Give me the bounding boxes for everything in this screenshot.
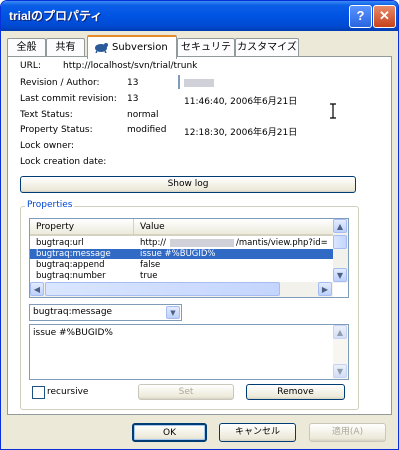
row-value-tail: /mantis/view.php?id=	[236, 238, 328, 248]
property-status-date: 12:18:30, 2006年6月21日	[184, 128, 298, 138]
list-row[interactable]: bugtraq:append false	[30, 260, 333, 270]
row-property: bugtraq:append	[36, 260, 105, 270]
host-redacted	[170, 239, 234, 247]
vertical-scroll-thumb[interactable]	[333, 235, 347, 249]
vertical-scrollbar[interactable]: ▲ ▼	[333, 219, 348, 283]
url-value: http://localhost/svn/trial/trunk	[63, 61, 198, 71]
horizontal-scrollbar[interactable]: ◀ ▶	[30, 282, 333, 297]
apply-button[interactable]: 適用(A)	[309, 423, 386, 442]
row-value: true	[140, 271, 158, 281]
list-row[interactable]: bugtraq:number true	[30, 271, 333, 281]
property-status-label: Property Status:	[20, 125, 93, 135]
row-property: bugtraq:number	[36, 271, 106, 281]
value-scrollbar[interactable]: ▲ ▼	[333, 325, 348, 379]
row-property: bugtraq:message	[36, 249, 111, 259]
lock-owner-label: Lock owner:	[20, 141, 75, 151]
column-header-value[interactable]: Value	[134, 219, 334, 236]
title-bar[interactable]: trialのプロパティ ? ✕	[1, 1, 398, 31]
text-status-label: Text Status:	[20, 110, 73, 120]
scroll-down-icon[interactable]: ▼	[333, 268, 347, 282]
property-status-value: modified	[127, 125, 167, 135]
set-button[interactable]: Set	[138, 384, 234, 400]
scroll-right-icon[interactable]: ▶	[318, 282, 332, 296]
scroll-left-icon[interactable]: ◀	[30, 282, 44, 296]
properties-dialog: trialのプロパティ ? ✕ 全般 共有 Subversion セキュリティ …	[0, 0, 399, 450]
row-value: issue #%BUGID%	[140, 249, 216, 259]
last-commit-date: 11:46:40, 2006年6月21日	[184, 97, 298, 107]
remove-button[interactable]: Remove	[246, 384, 345, 400]
show-log-button[interactable]: Show log	[20, 176, 356, 193]
revision-value: 13	[127, 78, 139, 88]
recursive-label[interactable]: recursive	[47, 387, 88, 397]
ok-button[interactable]: OK	[132, 423, 207, 442]
ibeam-cursor-icon	[329, 103, 337, 119]
property-name-combo-value: bugtraq:message	[33, 307, 113, 317]
list-row-selected[interactable]: bugtraq:message issue #%BUGID%	[30, 249, 333, 259]
chevron-down-icon[interactable]: ▼	[166, 306, 180, 319]
close-button[interactable]: ✕	[373, 5, 396, 28]
lock-creation-date-label: Lock creation date:	[20, 157, 107, 167]
row-value: http://	[140, 238, 167, 248]
url-label: URL:	[20, 61, 41, 71]
scroll-up-icon[interactable]: ▲	[333, 325, 347, 339]
window-title: trialのプロパティ	[9, 9, 103, 23]
tortoise-icon	[94, 41, 108, 54]
tab-subversion-label: Subversion	[112, 42, 168, 53]
horizontal-scroll-thumb[interactable]	[45, 282, 280, 296]
property-value-textarea[interactable]: issue #%BUGID% ▲ ▼	[29, 324, 349, 380]
row-value: false	[140, 260, 161, 270]
tab-sharing[interactable]: 共有	[46, 38, 85, 57]
scroll-up-icon[interactable]: ▲	[333, 219, 347, 233]
properties-group-title: Properties	[25, 200, 75, 210]
tab-security[interactable]: セキュリティ	[177, 38, 235, 71]
help-button[interactable]: ?	[349, 5, 372, 28]
last-commit-value: 13	[127, 94, 139, 104]
property-name-combo[interactable]: bugtraq:message ▼	[29, 304, 182, 321]
cancel-button[interactable]: キャンセル	[219, 423, 296, 442]
tab-general[interactable]: 全般	[7, 38, 46, 57]
tab-subversion[interactable]: Subversion	[87, 35, 177, 59]
property-value-text: issue #%BUGID%	[33, 328, 113, 338]
recursive-checkbox[interactable]	[32, 386, 45, 399]
author-redacted	[184, 79, 214, 87]
revision-label: Revision / Author:	[20, 78, 100, 88]
tab-customize[interactable]: カスタマイズ	[235, 38, 299, 57]
last-commit-label: Last commit revision:	[20, 94, 117, 104]
list-row[interactable]: bugtraq:url http:// /mantis/view.php?id=	[30, 238, 333, 248]
scroll-down-icon[interactable]: ▼	[333, 364, 347, 378]
column-header-property[interactable]: Property	[30, 219, 134, 236]
text-cursor-mark	[178, 75, 180, 89]
row-property: bugtraq:url	[36, 238, 84, 248]
properties-list[interactable]: Property Value bugtraq:url http:// /mant…	[29, 218, 349, 298]
text-status-value: normal	[127, 110, 159, 120]
